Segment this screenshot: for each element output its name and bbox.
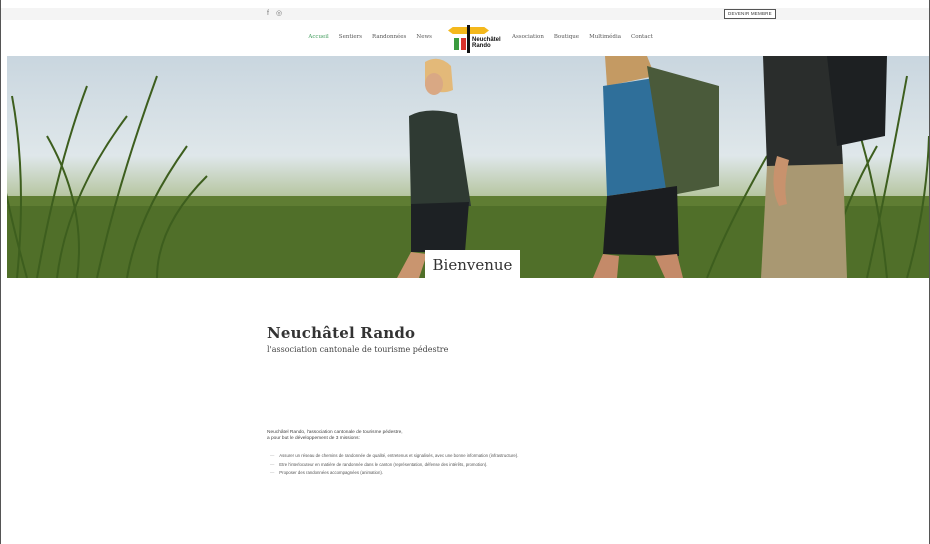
site-logo[interactable]: Neuchâtel Rando — [447, 25, 505, 53]
nav-item-association[interactable]: Association — [512, 34, 544, 40]
nav-item-multimedia[interactable]: Multimédia — [589, 34, 621, 40]
logo-flag-green — [454, 38, 459, 50]
mission-text: Proposer des randonnées accompagnées (an… — [279, 470, 383, 475]
mission-text: Etre l'interlocuteur en matière de rando… — [279, 461, 488, 467]
hero-illustration — [7, 56, 929, 278]
top-utility-bar: f ◎ DEVENIR MEMBRE — [1, 8, 929, 20]
page-subtitle: l'association cantonale de tourisme péde… — [267, 345, 449, 354]
logo-text-line2: Rando — [472, 43, 491, 49]
intro-line-2: a pour but le développement de 3 mission… — [267, 436, 360, 441]
hero-image — [7, 56, 929, 278]
logo-flag-red — [461, 38, 466, 50]
dash-bullet: — — [270, 461, 275, 467]
logo-pole — [467, 25, 470, 53]
list-item: — Etre l'interlocuteur en matière de rand… — [270, 461, 518, 470]
become-member-button[interactable]: DEVENIR MEMBRE — [724, 9, 776, 19]
instagram-icon[interactable]: ◎ — [276, 9, 282, 19]
nav-right-group: Association Boutique Multimédia Contact — [512, 34, 653, 40]
dash-bullet: — — [270, 453, 275, 458]
nav-item-contact[interactable]: Contact — [631, 34, 653, 40]
logo-text: Neuchâtel Rando — [472, 37, 501, 49]
nav-item-news[interactable]: News — [416, 34, 432, 40]
page-title: Neuchâtel Rando — [267, 324, 416, 342]
intro-paragraph: Neuchâtel Rando, l'association cantonale… — [267, 430, 403, 442]
welcome-heading: Bienvenue — [425, 250, 520, 278]
nav-item-accueil[interactable]: Accueil — [308, 34, 328, 40]
main-navigation: Accueil Sentiers Randonnées News Neuchât… — [1, 20, 929, 56]
logo-signpost-left — [448, 27, 467, 34]
nav-item-boutique[interactable]: Boutique — [554, 34, 579, 40]
missions-list: — Assurer un réseau de chemins de randonn… — [270, 452, 518, 478]
social-links: f ◎ — [267, 9, 282, 19]
nav-item-randonnees[interactable]: Randonnées — [372, 34, 406, 40]
list-item: — Proposer des randonnées accompagnées (a… — [270, 469, 518, 478]
mission-text: Assurer un réseau de chemins de randonné… — [279, 453, 519, 458]
nav-item-sentiers[interactable]: Sentiers — [339, 34, 362, 40]
logo-signpost-right — [470, 27, 489, 34]
list-item: — Assurer un réseau de chemins de randonn… — [270, 452, 518, 461]
dash-bullet: — — [270, 470, 275, 475]
nav-left-group: Accueil Sentiers Randonnées News — [308, 34, 432, 40]
facebook-icon[interactable]: f — [267, 9, 269, 19]
